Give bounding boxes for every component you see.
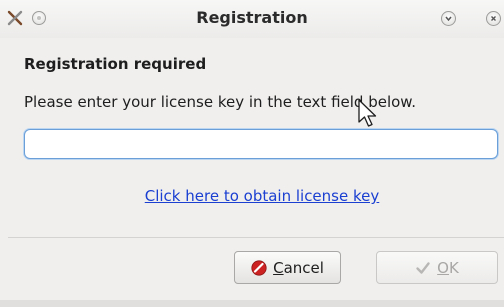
checkmark-icon	[416, 261, 430, 274]
title-bar[interactable]: Registration	[0, 0, 504, 38]
close-icon[interactable]	[486, 11, 501, 26]
minimize-icon[interactable]	[441, 11, 456, 26]
mouse-cursor-icon	[358, 99, 377, 127]
cancel-button[interactable]: Cancel	[234, 251, 341, 284]
separator	[8, 237, 504, 238]
dialog-heading: Registration required	[24, 55, 207, 73]
window-title: Registration	[196, 8, 308, 27]
registration-dialog: Registration Registration required Pleas…	[0, 0, 504, 307]
obtain-license-link[interactable]: Click here to obtain license key	[0, 187, 504, 205]
cancel-label: Cancel	[273, 258, 324, 277]
license-key-input[interactable]	[24, 129, 498, 159]
ok-label: OK	[437, 258, 459, 277]
ok-button[interactable]: OK	[376, 251, 498, 284]
bottom-border	[0, 300, 504, 307]
cancel-icon	[251, 259, 267, 276]
